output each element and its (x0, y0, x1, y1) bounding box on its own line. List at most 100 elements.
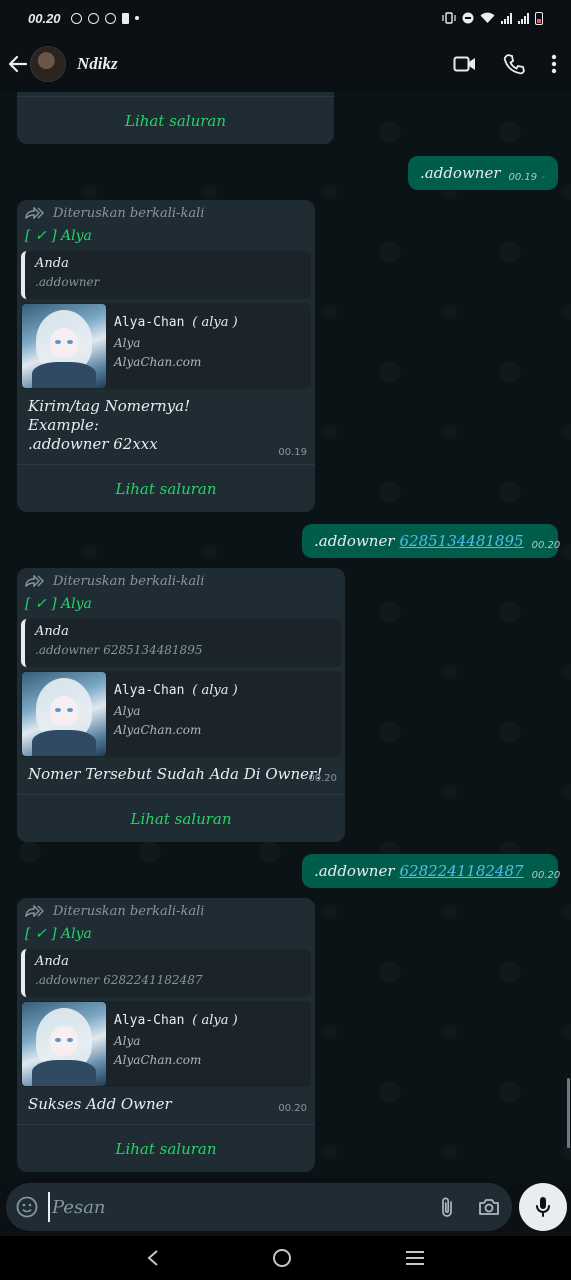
camera-icon[interactable] (478, 1198, 500, 1216)
message-text: .addowner (314, 532, 395, 550)
message-time: 00.19 (278, 447, 307, 458)
message-line: .addowner 62xxx (28, 435, 158, 453)
nav-recents-icon[interactable] (405, 1250, 425, 1266)
message-line: Kirim/tag Nomernya! (28, 397, 191, 415)
read-receipt-icon (541, 175, 546, 179)
link-preview[interactable]: Alya-Chan ( alya ) Alya AlyaChan.com (21, 671, 341, 757)
preview-title: Alya-Chan ( alya ) (114, 315, 238, 330)
whatsapp-notification-icon (87, 12, 99, 24)
quote-author: Anda (35, 624, 69, 639)
sender-name: [ ✓ ] Alya (25, 926, 92, 942)
incoming-message[interactable]: Diteruskan berkali-kali [ ✓ ] Alya Anda … (17, 898, 315, 1172)
preview-title: Alya-Chan ( alya ) (114, 1013, 238, 1028)
view-channel-button[interactable]: Lihat saluran (17, 464, 315, 512)
view-channel-button[interactable]: Lihat saluran (17, 96, 334, 144)
preview-title: Alya-Chan ( alya ) (114, 683, 238, 698)
quote-text: .addowner 6282241182487 (35, 973, 203, 987)
sticker-icon[interactable] (16, 1196, 38, 1218)
message-line: Nomer Tersebut Sudah Ada Di Owner! (28, 765, 323, 783)
do-not-disturb-icon (462, 12, 474, 24)
message-time: 00.20 (531, 539, 561, 551)
quote-text: .addowner 6285134481895 (35, 643, 203, 657)
quote-text: .addowner (35, 275, 100, 289)
preview-domain: AlyaChan.com (114, 1053, 202, 1067)
quoted-message[interactable]: Anda .addowner 6285134481895 (21, 619, 341, 667)
attach-icon[interactable] (440, 1196, 454, 1218)
message-time: 00.20 (278, 1103, 307, 1114)
incoming-message-partial[interactable]: Lihat saluran (17, 92, 334, 144)
vibrate-icon (442, 12, 456, 24)
incoming-message[interactable]: Diteruskan berkali-kali [ ✓ ] Alya Anda … (17, 200, 315, 512)
forwarded-label: Diteruskan berkali-kali (17, 900, 315, 922)
chat-header: Ndikz (0, 36, 571, 92)
link-preview[interactable]: Alya-Chan ( alya ) Alya AlyaChan.com (21, 1001, 311, 1087)
preview-subtitle: Alya (114, 336, 141, 350)
outgoing-message[interactable]: .addowner 00.19 (408, 156, 558, 190)
forwarded-text: Diteruskan berkali-kali (53, 903, 205, 919)
nav-home-icon[interactable] (272, 1248, 292, 1268)
mic-icon (536, 1197, 550, 1217)
forwarded-icon (25, 575, 44, 587)
message-composer (6, 1183, 512, 1231)
whatsapp-notification-icon (104, 12, 116, 24)
message-input[interactable] (48, 1192, 440, 1222)
link-preview[interactable]: Alya-Chan ( alya ) Alya AlyaChan.com (21, 303, 311, 389)
forwarded-text: Diteruskan berkali-kali (53, 205, 205, 221)
phone-number-link[interactable]: 6285134481895 (400, 532, 524, 550)
nav-back-icon[interactable] (146, 1249, 160, 1267)
outgoing-message[interactable]: .addowner 6285134481895 00.20 (302, 524, 561, 558)
status-time: 00.20 (28, 10, 61, 26)
incoming-message[interactable]: Diteruskan berkali-kali [ ✓ ] Alya Anda … (17, 568, 345, 842)
system-nav-bar (0, 1236, 571, 1280)
avatar[interactable] (30, 46, 66, 82)
phone-number-link[interactable]: 6282241182487 (400, 862, 524, 880)
mic-button[interactable] (519, 1183, 567, 1231)
notification-icons (70, 12, 139, 24)
message-time: 00.20 (308, 773, 337, 784)
quoted-message[interactable]: Anda .addowner (21, 251, 311, 299)
preview-domain: AlyaChan.com (114, 723, 202, 737)
more-options-icon[interactable] (551, 54, 557, 74)
system-icons (442, 11, 543, 25)
preview-thumbnail (22, 304, 106, 388)
wifi-icon (480, 12, 495, 23)
forwarded-icon (25, 207, 44, 219)
battery-icon (535, 11, 543, 25)
chat-area[interactable]: Lihat saluran .addowner 00.19 Diteruskan… (0, 92, 571, 1178)
preview-thumbnail (22, 1002, 106, 1086)
quote-author: Anda (35, 256, 69, 271)
message-time: 00.19 (508, 171, 538, 183)
sender-name: [ ✓ ] Alya (25, 228, 92, 244)
sender-name: [ ✓ ] Alya (25, 596, 92, 612)
message-time: 00.20 (531, 869, 561, 881)
outgoing-message[interactable]: .addowner 6282241182487 00.20 (302, 854, 561, 888)
status-bar: 00.20 (0, 0, 571, 36)
preview-subtitle: Alya (114, 1034, 141, 1048)
message-text: .addowner (420, 164, 501, 182)
contact-name[interactable]: Ndikz (77, 54, 118, 74)
view-channel-button[interactable]: Lihat saluran (17, 794, 345, 842)
forwarded-icon (25, 905, 44, 917)
message-text: .addowner (314, 862, 395, 880)
scrollbar[interactable] (567, 1078, 570, 1148)
view-channel-button[interactable]: Lihat saluran (17, 1124, 315, 1172)
voice-call-icon[interactable] (503, 53, 525, 75)
more-notifications-icon (134, 16, 139, 20)
whatsapp-notification-icon (70, 12, 82, 24)
forwarded-text: Diteruskan berkali-kali (53, 573, 205, 589)
forwarded-label: Diteruskan berkali-kali (17, 570, 345, 592)
message-body: Sukses Add Owner 00.20 (17, 1087, 315, 1121)
battery-saver-icon (121, 12, 129, 24)
signal-icon-2 (518, 12, 529, 24)
preview-thumbnail (22, 672, 106, 756)
preview-domain: AlyaChan.com (114, 355, 202, 369)
video-call-icon[interactable] (453, 55, 477, 73)
back-arrow-icon[interactable] (8, 54, 28, 74)
message-line: Sukses Add Owner (28, 1095, 172, 1113)
signal-icon (501, 12, 512, 24)
forwarded-label: Diteruskan berkali-kali (17, 202, 315, 224)
message-body: Nomer Tersebut Sudah Ada Di Owner! 00.20 (17, 757, 345, 791)
preview-subtitle: Alya (114, 704, 141, 718)
quoted-message[interactable]: Anda .addowner 6282241182487 (21, 949, 311, 997)
message-body: Kirim/tag Nomernya! Example: .addowner 6… (17, 389, 315, 459)
